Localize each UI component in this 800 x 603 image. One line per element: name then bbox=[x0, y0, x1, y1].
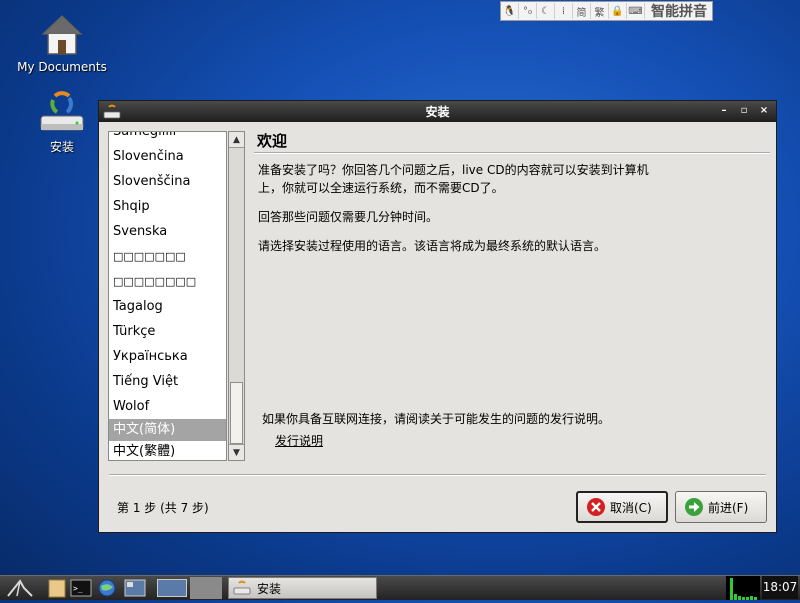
desktop-icon-label: 安装 bbox=[49, 140, 74, 154]
time-text: 回答那些问题仅需要几分钟时间。 bbox=[258, 210, 439, 224]
workspace-pager[interactable] bbox=[157, 579, 187, 597]
install-icon bbox=[103, 104, 121, 118]
language-item[interactable]: Svenska bbox=[109, 219, 226, 244]
desktop-icon-label: My Documents bbox=[17, 60, 107, 74]
divider bbox=[109, 474, 766, 476]
next-button-label: 前进(F) bbox=[708, 500, 749, 515]
step-indicator: 第 1 步 (共 7 步) bbox=[117, 501, 209, 515]
install-icon bbox=[233, 580, 251, 595]
language-item[interactable]: Türkçe bbox=[109, 319, 226, 344]
language-item[interactable]: Tagalog bbox=[109, 294, 226, 319]
cancel-button[interactable]: 取消(C) bbox=[576, 491, 668, 523]
next-button[interactable]: 前进(F) bbox=[675, 491, 767, 523]
simplified-icon[interactable]: 简 bbox=[573, 3, 591, 19]
cancel-button-label: 取消(C) bbox=[610, 500, 652, 515]
language-item-selected[interactable]: 中文(简体) bbox=[109, 419, 226, 441]
language-list-scrollbar[interactable]: ▲ ▼ bbox=[228, 131, 245, 461]
traditional-icon[interactable]: 繁 bbox=[591, 3, 609, 19]
taskbar: >_ 安装 18:07 bbox=[0, 575, 800, 600]
scroll-up-arrow-icon[interactable]: ▲ bbox=[229, 132, 244, 148]
taskbar-task-label: 安装 bbox=[257, 581, 282, 596]
scroll-down-arrow-icon[interactable]: ▼ bbox=[229, 444, 244, 460]
scrollbar-thumb[interactable] bbox=[230, 382, 243, 444]
desktop-icon-my-documents[interactable]: My Documents bbox=[14, 14, 110, 74]
forward-arrow-icon bbox=[685, 498, 703, 516]
cancel-icon bbox=[587, 498, 605, 516]
language-list[interactable]: Sámegillii Slovenčina Slovenščina Shqip … bbox=[108, 131, 227, 461]
punctuation-icon[interactable]: °₀ bbox=[519, 3, 537, 19]
desktop-icon-install[interactable]: 安装 bbox=[14, 90, 110, 155]
language-item[interactable]: Tiếng Việt bbox=[109, 369, 226, 394]
installer-window: 安装 – ▫ × Sámegillii Slovenčina Slovenšči… bbox=[98, 100, 777, 533]
workspace-pager-slot[interactable] bbox=[190, 577, 222, 599]
language-item[interactable]: Wolof bbox=[109, 394, 226, 419]
language-item[interactable]: 中文(繁體) bbox=[109, 441, 226, 460]
close-button[interactable]: × bbox=[758, 104, 770, 118]
release-notes-text: 如果你具备互联网连接，请阅读关于可能发生的问题的发行说明。 bbox=[262, 412, 611, 426]
window-title: 安装 bbox=[425, 105, 450, 119]
window-titlebar[interactable]: 安装 – ▫ × bbox=[99, 101, 776, 122]
keyboard-icon[interactable]: ⌨ bbox=[627, 3, 645, 19]
lock-icon[interactable]: 🔒 bbox=[609, 3, 627, 19]
minimize-button[interactable]: – bbox=[718, 104, 730, 118]
language-item[interactable]: Sámegillii bbox=[109, 132, 226, 144]
maximize-button[interactable]: ▫ bbox=[738, 104, 750, 118]
language-prompt-text: 请选择安装过程使用的语言。该语言将成为最终系统的默认语言。 bbox=[258, 239, 607, 253]
divider bbox=[254, 152, 770, 154]
svg-text:>_: >_ bbox=[73, 584, 83, 593]
desktop-switcher-icon[interactable] bbox=[124, 578, 146, 598]
file-manager-icon[interactable] bbox=[46, 578, 68, 598]
fullwidth-icon[interactable]: ⁞ bbox=[555, 3, 573, 19]
language-item[interactable]: Українська bbox=[109, 344, 226, 369]
install-icon bbox=[40, 91, 84, 131]
cpu-graph-icon bbox=[730, 578, 757, 600]
home-folder-icon bbox=[41, 14, 83, 55]
moon-icon[interactable]: ☾ bbox=[537, 3, 555, 19]
release-notes-link[interactable]: 发行说明 bbox=[275, 432, 323, 449]
clock[interactable]: 18:07 bbox=[762, 576, 798, 599]
page-title: 欢迎 bbox=[257, 132, 288, 150]
ime-name[interactable]: 智能拼音 bbox=[645, 1, 707, 21]
cpu-monitor bbox=[726, 576, 760, 600]
language-item[interactable]: Shqip bbox=[109, 194, 226, 219]
terminal-icon[interactable]: >_ bbox=[70, 578, 92, 598]
ime-toolbar: 🐧 °₀ ☾ ⁞ 简 繁 🔒 ⌨ 智能拼音 bbox=[500, 1, 713, 21]
language-item[interactable]: Slovenščina bbox=[109, 169, 226, 194]
web-browser-icon[interactable] bbox=[96, 578, 118, 598]
welcome-panel: 欢迎 准备安装了吗？你回答几个问题之后，live CD的内容就可以安装到计算机上… bbox=[254, 127, 770, 467]
language-item[interactable]: □□□□□□□□ bbox=[109, 269, 226, 294]
language-item[interactable]: Slovenčina bbox=[109, 144, 226, 169]
taskbar-task-installer[interactable]: 安装 bbox=[228, 577, 377, 599]
tux-icon[interactable]: 🐧 bbox=[501, 3, 519, 19]
language-item[interactable]: □□□□□□□ bbox=[109, 244, 226, 269]
start-menu-icon[interactable] bbox=[6, 578, 36, 598]
intro-text: 准备安装了吗？你回答几个问题之后，live CD的内容就可以安装到计算机上，你就… bbox=[258, 163, 649, 195]
